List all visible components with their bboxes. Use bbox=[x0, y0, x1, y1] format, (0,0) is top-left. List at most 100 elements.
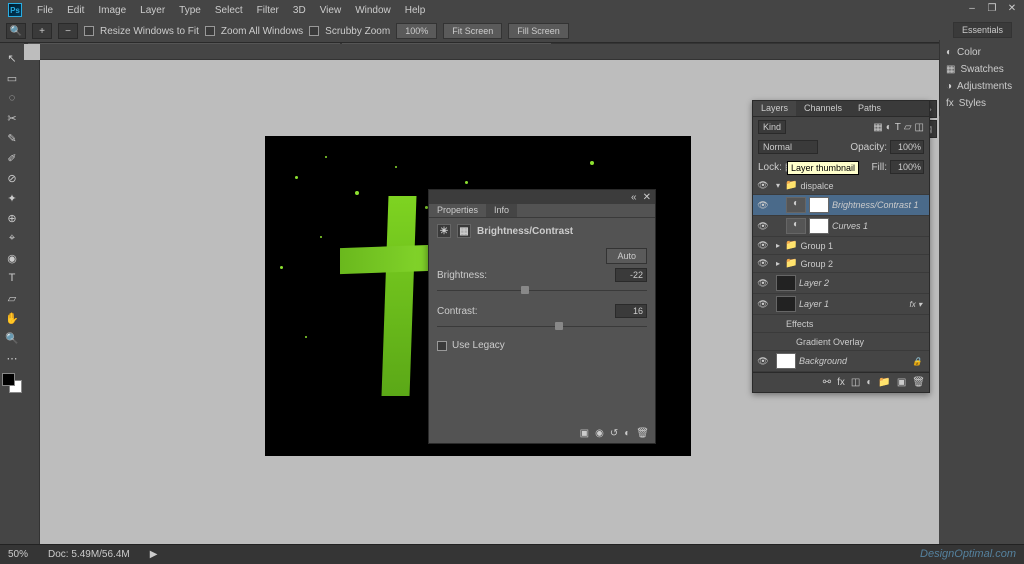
layer-row[interactable]: 👁 ◐ Curves 1 bbox=[753, 216, 929, 237]
menu-3d[interactable]: 3D bbox=[286, 2, 313, 19]
layer-row[interactable]: Effects bbox=[753, 315, 929, 333]
visibility-icon[interactable]: 👁 bbox=[756, 240, 770, 251]
layer-name[interactable]: Group 1 bbox=[800, 241, 833, 251]
fit-screen-button[interactable]: Fit Screen bbox=[443, 23, 502, 39]
layer-row[interactable]: Gradient Overlay bbox=[753, 333, 929, 351]
disclosure-icon[interactable]: ▸ bbox=[776, 259, 782, 268]
mask-thumb[interactable] bbox=[809, 197, 829, 213]
menu-window[interactable]: Window bbox=[348, 2, 398, 19]
layer-row[interactable]: 👁▸📁Group 1 bbox=[753, 237, 929, 255]
opacity-input[interactable]: 100% bbox=[890, 140, 924, 154]
dock-color[interactable]: ◐Color bbox=[940, 44, 1024, 61]
tool-4[interactable]: ✎ bbox=[2, 129, 22, 147]
layer-name[interactable]: Group 2 bbox=[800, 259, 833, 269]
visibility-icon[interactable]: 👁 bbox=[756, 200, 770, 211]
menu-type[interactable]: Type bbox=[172, 2, 208, 19]
ruler-horizontal[interactable] bbox=[40, 44, 939, 60]
layer-name[interactable]: Background bbox=[799, 356, 847, 366]
auto-button[interactable]: Auto bbox=[606, 248, 647, 264]
layer-row[interactable]: 👁▸📁Group 2 bbox=[753, 255, 929, 273]
menu-image[interactable]: Image bbox=[91, 2, 133, 19]
visibility-icon[interactable]: 👁 bbox=[756, 258, 770, 269]
tool-13[interactable]: ✋ bbox=[2, 309, 22, 327]
layer-name[interactable]: Gradient Overlay bbox=[796, 337, 864, 347]
menu-filter[interactable]: Filter bbox=[250, 2, 286, 19]
delete-adjustment-icon[interactable]: 🗑 bbox=[636, 428, 649, 439]
legacy-checkbox[interactable] bbox=[437, 341, 447, 351]
tool-1[interactable]: ▭ bbox=[2, 69, 22, 87]
fg-color-swatch[interactable] bbox=[2, 373, 15, 386]
fill-screen-button[interactable]: Fill Screen bbox=[508, 23, 569, 39]
tool-10[interactable]: ◉ bbox=[2, 249, 22, 267]
resize-fit-checkbox[interactable] bbox=[84, 26, 94, 36]
layer-thumb[interactable] bbox=[776, 296, 796, 312]
adj-icon[interactable]: ◐ bbox=[786, 218, 806, 234]
filter-smart-icon[interactable]: ◫ bbox=[915, 122, 924, 133]
layer-fx-icon[interactable]: fx bbox=[837, 377, 845, 388]
fill-input[interactable]: 100% bbox=[890, 160, 924, 174]
tool-7[interactable]: ✦ bbox=[2, 189, 22, 207]
tool-9[interactable]: ⌖ bbox=[2, 229, 22, 247]
filter-adj-icon[interactable]: ◐ bbox=[886, 122, 892, 133]
visibility-icon[interactable]: 👁 bbox=[756, 221, 770, 232]
layer-row[interactable]: 👁 Layer 1 fx ▾ bbox=[753, 294, 929, 315]
status-zoom[interactable]: 50% bbox=[8, 549, 28, 560]
panel-collapse-icon[interactable]: « bbox=[631, 192, 637, 203]
brightness-value[interactable]: -22 bbox=[615, 268, 647, 282]
layer-row[interactable]: 👁Background🔒 bbox=[753, 351, 929, 372]
contrast-slider[interactable] bbox=[437, 322, 647, 332]
status-arrow-icon[interactable]: ▶ bbox=[150, 549, 158, 560]
zoom-all-checkbox[interactable] bbox=[205, 26, 215, 36]
disclosure-icon[interactable]: ▾ bbox=[776, 181, 782, 190]
tab-properties[interactable]: Properties bbox=[429, 204, 486, 217]
zoom-in-icon[interactable]: + bbox=[32, 23, 52, 39]
visibility-icon[interactable]: 👁 bbox=[756, 356, 770, 367]
reset-icon[interactable]: ↺ bbox=[610, 428, 618, 439]
maximize-button[interactable]: ❐ bbox=[986, 3, 998, 13]
delete-layer-icon[interactable]: 🗑 bbox=[912, 377, 925, 388]
menu-select[interactable]: Select bbox=[208, 2, 250, 19]
zoom-100-button[interactable]: 100% bbox=[396, 23, 437, 39]
menu-layer[interactable]: Layer bbox=[133, 2, 172, 19]
panel-close-icon[interactable]: ✕ bbox=[643, 192, 651, 203]
visibility-icon[interactable]: 👁 bbox=[756, 278, 770, 289]
zoom-out-icon[interactable]: − bbox=[58, 23, 78, 39]
disclosure-icon[interactable]: ▸ bbox=[776, 241, 782, 250]
menu-edit[interactable]: Edit bbox=[60, 2, 91, 19]
mask-thumb[interactable] bbox=[809, 218, 829, 234]
visibility-icon[interactable]: 👁 bbox=[756, 299, 770, 310]
layer-name[interactable]: Curves 1 bbox=[832, 221, 868, 231]
layer-name[interactable]: Brightness/Contrast 1 bbox=[832, 200, 919, 210]
layer-row[interactable]: 👁 ◐ Brightness/Contrast 1 bbox=[753, 195, 929, 216]
dock-styles[interactable]: fxStyles bbox=[940, 95, 1024, 112]
new-group-icon[interactable]: 📁 bbox=[878, 377, 890, 388]
adj-icon[interactable]: ◐ bbox=[786, 197, 806, 213]
blend-mode-select[interactable]: Normal bbox=[758, 140, 818, 154]
layer-row[interactable]: 👁 Layer 2 bbox=[753, 273, 929, 294]
link-layers-icon[interactable]: ⚯ bbox=[823, 377, 831, 388]
filter-shape-icon[interactable]: ▱ bbox=[904, 122, 912, 133]
layer-thumb[interactable] bbox=[776, 353, 796, 369]
layer-name[interactable]: Layer 2 bbox=[799, 278, 829, 288]
layer-mask-icon[interactable]: ◫ bbox=[851, 377, 860, 388]
visibility-icon[interactable]: 👁 bbox=[756, 180, 770, 191]
workspace-switcher[interactable]: Essentials bbox=[953, 22, 1012, 38]
tool-8[interactable]: ⊕ bbox=[2, 209, 22, 227]
tool-14[interactable]: 🔍 bbox=[2, 329, 22, 347]
tool-2[interactable]: ◌ bbox=[2, 89, 22, 107]
layer-name[interactable]: dispalce bbox=[800, 181, 833, 191]
fx-indicator[interactable]: fx ▾ bbox=[910, 300, 926, 309]
layers-panel-group[interactable]: LayersChannelsPaths Kind ▦ ◐ T ▱ ◫ Norma… bbox=[752, 100, 930, 393]
layer-name[interactable]: Effects bbox=[786, 319, 813, 329]
properties-panel[interactable]: « ✕ Properties Info ☀ ▦ Brightness/Contr… bbox=[428, 189, 656, 444]
tool-3[interactable]: ✂ bbox=[2, 109, 22, 127]
toggle-visibility-icon[interactable]: ◐ bbox=[624, 428, 630, 439]
tab-info[interactable]: Info bbox=[486, 204, 517, 217]
clip-to-layer-icon[interactable]: ▣ bbox=[580, 428, 589, 439]
dock-adjustments[interactable]: ◑Adjustments bbox=[940, 78, 1024, 95]
filter-type-icon[interactable]: T bbox=[895, 122, 901, 133]
tab-channels[interactable]: Channels bbox=[796, 101, 850, 116]
ruler-vertical[interactable] bbox=[24, 60, 40, 544]
layer-name[interactable]: Layer 1 bbox=[799, 299, 829, 309]
tool-11[interactable]: T bbox=[2, 269, 22, 287]
